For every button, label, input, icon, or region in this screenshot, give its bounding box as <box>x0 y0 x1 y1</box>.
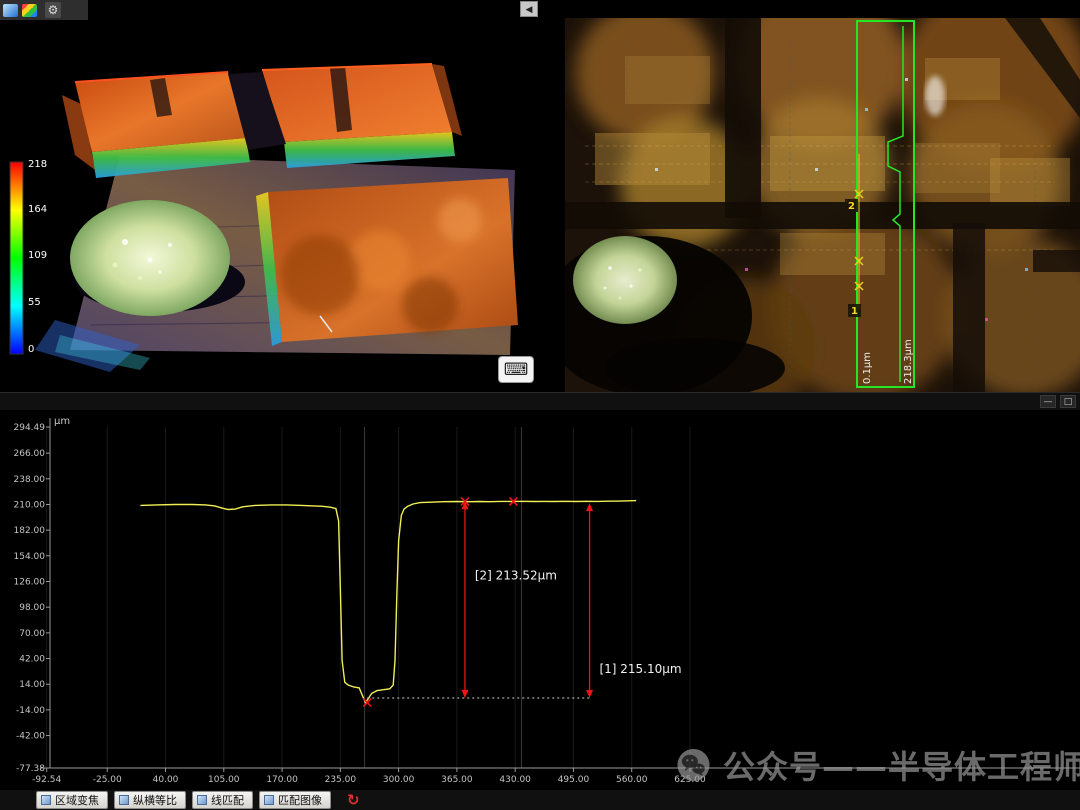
app-icon-color[interactable] <box>22 3 37 17</box>
microscope-2d-view: 2 1 0.1μm 218.3μm <box>542 0 1080 418</box>
y-tick-label: 182.00 <box>14 526 46 536</box>
y-tick-label: 42.00 <box>19 655 45 665</box>
aspect-equal-button[interactable]: 纵横等比 <box>114 791 186 809</box>
measure-point-1-label[interactable]: 1 <box>851 306 858 317</box>
x-tick-label: 300.00 <box>383 775 415 785</box>
y-tick-label: 70.00 <box>19 629 45 639</box>
2d-highlight <box>925 76 945 116</box>
y-tick-label: 14.00 <box>19 680 45 690</box>
x-tick-label: -25.00 <box>93 775 122 785</box>
gear-icon[interactable]: ⚙ <box>45 2 61 18</box>
colorbar-label: 55 <box>28 297 41 308</box>
y-tick-label: 210.00 <box>14 500 46 510</box>
y-tick-label: 238.00 <box>14 475 46 485</box>
profile-window-titlebar: — □ <box>0 392 1080 410</box>
x-tick-label: 430.00 <box>499 775 531 785</box>
aspect-equal-icon <box>119 795 129 805</box>
minimize-button[interactable]: — <box>1040 395 1056 408</box>
region-zoom-icon <box>41 795 51 805</box>
keyboard-button[interactable]: ⌨ <box>498 356 534 383</box>
line-match-icon <box>197 795 207 805</box>
line-match-button[interactable]: 线匹配 <box>192 791 253 809</box>
roi-width-label: 0.1μm <box>862 352 873 384</box>
button-label: 区域变焦 <box>55 793 99 807</box>
microscope-2d-panel[interactable]: 2 1 0.1μm 218.3μm <box>542 0 1080 418</box>
x-tick-label: 235.00 <box>325 775 357 785</box>
colorbar-label: 164 <box>28 204 47 215</box>
x-tick-label: 365.00 <box>441 775 473 785</box>
colorbar-label: 109 <box>28 250 47 261</box>
match-image-icon <box>264 795 274 805</box>
y-tick-label: 294.49 <box>14 423 46 433</box>
profile-toolbar: 区域变焦 纵横等比 线匹配 匹配图像 ↻ <box>0 790 1080 810</box>
axis-unit-label: μm <box>54 416 70 427</box>
button-label: 匹配图像 <box>278 793 322 807</box>
3d-slab-bottom-right <box>256 178 518 346</box>
y-tick-label: 266.00 <box>14 449 46 459</box>
x-tick-label: 560.00 <box>616 775 648 785</box>
titlebar-icon-strip: ⚙ <box>0 0 88 20</box>
y-tick-label: 126.00 <box>14 578 46 588</box>
roi-height-label: 218.3μm <box>903 339 914 384</box>
y-tick-label: -42.00 <box>16 732 45 742</box>
refresh-icon[interactable]: ↻ <box>347 791 360 809</box>
x-tick-label: -92.54 <box>32 775 61 785</box>
match-image-button[interactable]: 匹配图像 <box>259 791 331 809</box>
3d-block-top-left <box>62 71 250 178</box>
3d-block-top-right <box>261 63 462 168</box>
button-label: 线匹配 <box>211 793 244 807</box>
surface-3d-panel[interactable]: 218 164 109 55 0 ⌨ <box>0 20 545 392</box>
x-tick-label: 170.00 <box>266 775 298 785</box>
colorbar-label: 218 <box>28 159 47 170</box>
measure-label: [1] 215.10μm <box>599 662 681 676</box>
x-tick-label: 625.00 <box>674 775 706 785</box>
colorbar-label: 0 <box>28 344 34 355</box>
microscope-app-window: ⚙ ◀ 218 164 109 55 0 ⌨ 2 1 0.1μm 218.3μm… <box>0 0 1080 810</box>
surface-3d-render: 218 164 109 55 0 <box>0 20 545 392</box>
profile-trace <box>140 499 637 704</box>
measure-label: [2] 213.52μm <box>475 569 557 583</box>
y-tick-label: -77.38 <box>16 764 45 774</box>
app-icon-blue[interactable] <box>3 3 18 17</box>
region-zoom-button[interactable]: 区域变焦 <box>36 791 108 809</box>
maximize-button[interactable]: □ <box>1060 395 1076 408</box>
measure-point-2-label[interactable]: 2 <box>848 201 855 212</box>
profile-chart[interactable]: 294.49 266.00 238.00 210.00 182.00 154.00 126.… <box>0 410 1080 790</box>
y-tick-label: 98.00 <box>19 603 45 613</box>
profile-chart-area[interactable]: 294.49 266.00 238.00 210.00 182.00 154.00 126.… <box>0 410 1080 790</box>
button-label: 纵横等比 <box>133 793 177 807</box>
y-tick-label: -14.00 <box>16 706 45 716</box>
x-tick-label: 495.00 <box>558 775 590 785</box>
x-tick-label: 40.00 <box>153 775 179 785</box>
x-tick-label: 105.00 <box>208 775 240 785</box>
y-tick-label: 154.00 <box>14 552 46 562</box>
collapse-panel-button[interactable]: ◀ <box>520 1 538 17</box>
